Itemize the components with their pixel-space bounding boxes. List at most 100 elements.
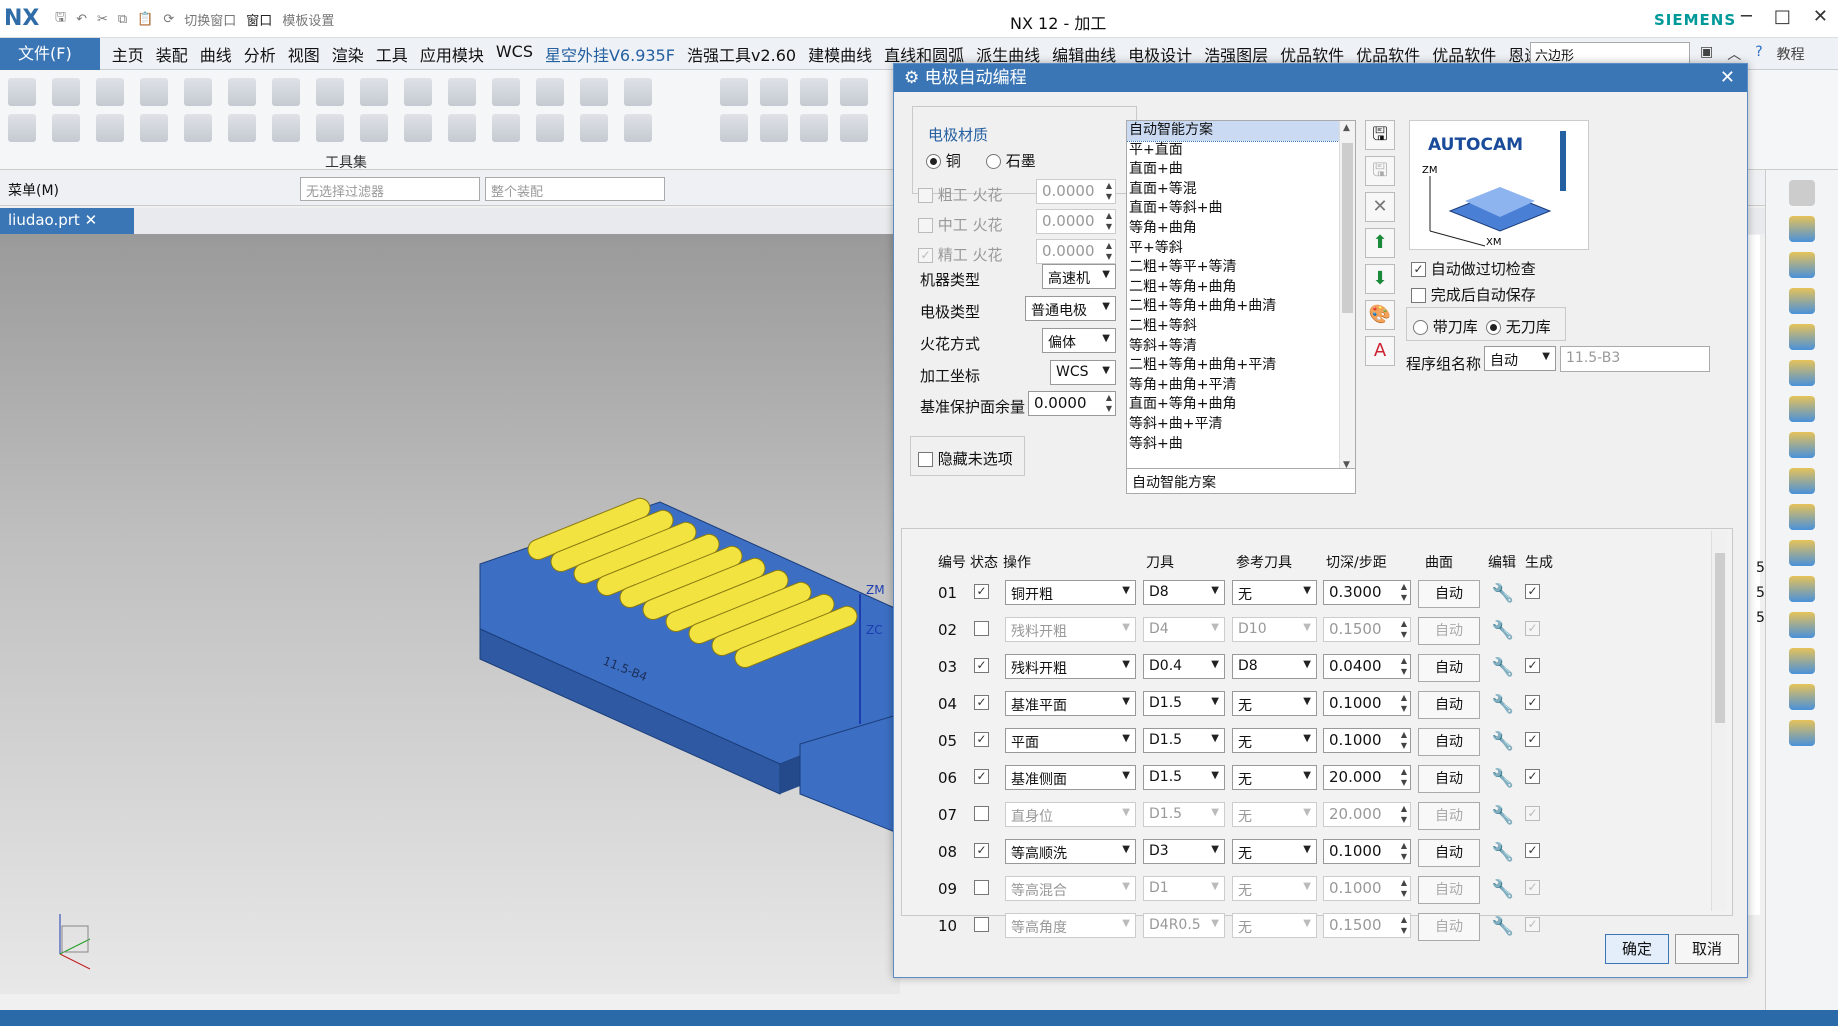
assembly-navigator-icon[interactable]	[1789, 216, 1815, 242]
row-depth-input[interactable]: 0.1000	[1323, 728, 1411, 753]
menu-tab-8[interactable]: WCS	[490, 42, 539, 66]
tool-icon[interactable]	[840, 114, 868, 142]
menu-tab-6[interactable]: 工具	[370, 42, 414, 66]
spark-value-input[interactable]: 0.0000	[1036, 179, 1116, 204]
type-filter-select[interactable]: 无选择过滤器	[300, 177, 480, 201]
menu-tab-12[interactable]: 直线和圆弧	[878, 42, 970, 66]
row-edit-wrench-icon[interactable]: 🔧	[1490, 840, 1516, 866]
tool-icon[interactable]	[720, 114, 748, 142]
row-status-checkbox[interactable]	[974, 804, 989, 822]
row-operation-select[interactable]: 残料开粗	[1005, 654, 1136, 679]
cut-icon[interactable]: ✂	[94, 12, 111, 27]
row-generate-box[interactable]: ✓	[1525, 695, 1540, 710]
row-surface-button[interactable]: 自动	[1418, 691, 1480, 719]
row-tool-select[interactable]: D1	[1143, 876, 1225, 901]
window-menu[interactable]: 窗口	[243, 10, 275, 29]
system-materials-icon[interactable]	[1789, 540, 1815, 566]
tool-icon[interactable]	[448, 114, 476, 142]
row-status-box[interactable]: ✓	[974, 843, 989, 858]
history-icon[interactable]	[1789, 504, 1815, 530]
row-edit-wrench-icon[interactable]: 🔧	[1490, 692, 1516, 718]
row-edit-wrench-icon[interactable]: 🔧	[1490, 803, 1516, 829]
row-status-box[interactable]	[974, 621, 989, 636]
row-status-checkbox[interactable]: ✓	[974, 767, 989, 785]
menu-tab-5[interactable]: 渲染	[326, 42, 370, 66]
hd3d-icon[interactable]	[1789, 432, 1815, 458]
window-toggle-icon[interactable]: ▣	[1700, 44, 1713, 64]
row-edit-wrench-icon[interactable]: 🔧	[1490, 914, 1516, 940]
move-up-icon[interactable]: ⬆	[1365, 228, 1395, 258]
row-depth-input[interactable]: 20.000	[1323, 802, 1411, 827]
scheme-list-scrollbar[interactable]: ▲ ▼	[1339, 121, 1355, 472]
row-ref-tool-select[interactable]: 无	[1232, 691, 1317, 716]
switch-window-button[interactable]: 切换窗口	[181, 10, 239, 29]
close-window-button[interactable]: ✕	[1813, 6, 1828, 27]
tool-icon[interactable]	[52, 114, 80, 142]
tool-icon[interactable]	[404, 114, 432, 142]
row-ref-tool-select[interactable]: D10	[1232, 617, 1317, 642]
row-generate-box[interactable]: ✓	[1525, 584, 1540, 599]
paste-icon[interactable]: 📋	[134, 12, 156, 27]
tool-icon[interactable]	[184, 114, 212, 142]
row-depth-input[interactable]: 0.1000	[1323, 839, 1411, 864]
row-status-box[interactable]: ✓	[974, 695, 989, 710]
tool-icon[interactable]	[492, 114, 520, 142]
tool-icon[interactable]	[184, 78, 212, 106]
ok-button[interactable]: 确定	[1605, 934, 1669, 964]
scheme-list-item[interactable]: 二粗+等角+曲角	[1127, 278, 1355, 298]
row-ref-tool-select[interactable]: 无	[1232, 839, 1317, 864]
row-generate-checkbox[interactable]: ✓	[1525, 693, 1540, 711]
tutorial-link[interactable]: 教程	[1777, 44, 1805, 64]
menu-tab-9[interactable]: 星空外挂V6.935F	[539, 42, 681, 66]
no-library-dot[interactable]	[1486, 320, 1501, 335]
row-status-checkbox[interactable]	[974, 878, 989, 896]
row-tool-select[interactable]: D0.4	[1143, 654, 1225, 679]
assembly-filter-select[interactable]: 整个装配	[485, 177, 665, 201]
tool-icon[interactable]	[96, 78, 124, 106]
row-ref-tool-select[interactable]: 无	[1232, 580, 1317, 605]
save-scheme-icon[interactable]: 🖫	[1365, 120, 1395, 150]
row-status-checkbox[interactable]: ✓	[974, 730, 989, 748]
file-tab[interactable]: liudao.prt ✕	[0, 208, 134, 234]
clock-icon[interactable]	[1789, 684, 1815, 710]
menu-tab-3[interactable]: 分析	[238, 42, 282, 66]
row-status-checkbox[interactable]: ✓	[974, 656, 989, 674]
row-surface-button[interactable]: 自动	[1418, 765, 1480, 793]
row-edit-wrench-icon[interactable]: 🔧	[1490, 766, 1516, 792]
row-status-box[interactable]	[974, 806, 989, 821]
machine-navigator-icon[interactable]	[1789, 360, 1815, 386]
row-status-box[interactable]	[974, 917, 989, 932]
tool-icon[interactable]	[272, 114, 300, 142]
system-scenes-icon[interactable]	[1789, 648, 1815, 674]
row-depth-input[interactable]: 0.1000	[1323, 691, 1411, 716]
row-generate-box[interactable]: ✓	[1525, 843, 1540, 858]
row-tool-select[interactable]: D4	[1143, 617, 1225, 642]
row-depth-input[interactable]: 0.0400	[1323, 654, 1411, 679]
copy-icon[interactable]: ⧉	[115, 12, 130, 27]
row-status-box[interactable]	[974, 880, 989, 895]
command-search-input[interactable]: 六边形	[1530, 42, 1690, 64]
spark-checkbox-2[interactable]: ✓ 精工 火花	[918, 244, 1003, 265]
row-edit-wrench-icon[interactable]: 🔧	[1490, 877, 1516, 903]
tool-icon[interactable]	[720, 78, 748, 106]
scheme-list-item[interactable]: 等斜+曲+平清	[1127, 415, 1355, 435]
spark-box[interactable]	[918, 188, 933, 203]
scheme-list-item[interactable]: 等角+曲角+平清	[1127, 376, 1355, 396]
spark-mode-select[interactable]: 偏体	[1042, 328, 1116, 353]
row-surface-button[interactable]: 自动	[1418, 839, 1480, 867]
menu-tab-15[interactable]: 电极设计	[1122, 42, 1198, 66]
row-surface-button[interactable]: 自动	[1418, 617, 1480, 645]
tool-icon[interactable]	[228, 78, 256, 106]
tool-icon[interactable]	[536, 114, 564, 142]
row-edit-wrench-icon[interactable]: 🔧	[1490, 581, 1516, 607]
tool-icon[interactable]	[536, 78, 564, 106]
minimize-button[interactable]: ─	[1741, 6, 1752, 27]
tool-icon[interactable]	[140, 78, 168, 106]
coordinate-select[interactable]: WCS	[1050, 360, 1116, 385]
menu-tab-2[interactable]: 曲线	[194, 42, 238, 66]
tool-icon[interactable]	[624, 114, 652, 142]
menu-tab-17[interactable]: 优品软件	[1274, 42, 1350, 66]
operations-scroll-thumb[interactable]	[1715, 553, 1725, 723]
row-status-box[interactable]: ✓	[974, 584, 989, 599]
row-tool-select[interactable]: D4R0.5	[1143, 913, 1225, 938]
